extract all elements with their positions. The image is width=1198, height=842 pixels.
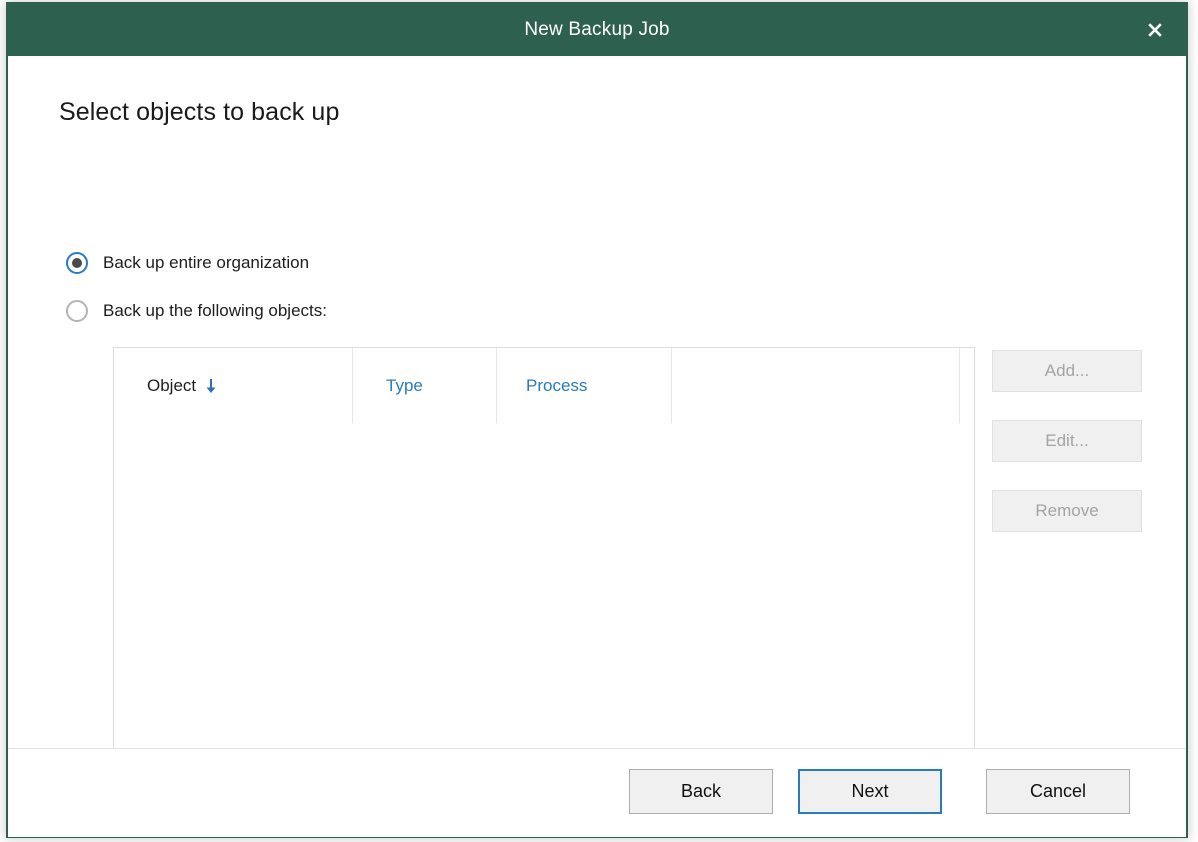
radio-selected-icon xyxy=(66,252,88,274)
objects-table-header: Object Type Process xyxy=(114,348,974,424)
column-header-type[interactable]: Type xyxy=(386,348,423,424)
column-divider-1 xyxy=(352,348,353,423)
dialog-body: Select objects to back up Back up entire… xyxy=(8,56,1186,763)
column-divider-4 xyxy=(959,348,960,423)
objects-list[interactable]: Object Type Process xyxy=(113,347,975,763)
column-header-process[interactable]: Process xyxy=(526,348,587,424)
remove-button[interactable]: Remove xyxy=(992,490,1142,532)
column-header-type-label: Type xyxy=(386,376,423,395)
column-divider-3 xyxy=(671,348,672,423)
dialog-footer: Back Next Cancel xyxy=(8,748,1186,837)
add-button-label: Add... xyxy=(1044,361,1090,380)
cancel-button[interactable]: Cancel xyxy=(986,769,1130,814)
add-button[interactable]: Add... xyxy=(992,350,1142,392)
edit-button[interactable]: Edit... xyxy=(992,420,1142,462)
close-icon[interactable] xyxy=(1124,4,1186,56)
radio-label-following-objects: Back up the following objects: xyxy=(103,301,327,320)
column-header-object[interactable]: Object xyxy=(147,348,217,424)
column-header-object-label: Object xyxy=(147,376,197,395)
arrow-down-icon xyxy=(205,378,217,394)
dialog-titlebar: New Backup Job xyxy=(8,4,1186,56)
column-divider-2 xyxy=(496,348,497,423)
next-button-label: Next xyxy=(851,781,889,801)
remove-button-label: Remove xyxy=(1035,501,1099,520)
radio-back-up-following-objects[interactable]: Back up the following objects: xyxy=(66,300,327,322)
radio-unselected-icon xyxy=(66,300,88,322)
page-title: Select objects to back up xyxy=(59,98,340,126)
next-button[interactable]: Next xyxy=(798,769,942,814)
objects-table-rows[interactable] xyxy=(114,424,974,762)
back-button-label: Back xyxy=(680,781,722,801)
column-header-process-label: Process xyxy=(526,376,588,395)
back-button[interactable]: Back xyxy=(629,769,773,814)
radio-label-entire-organization: Back up entire organization xyxy=(103,253,310,272)
radio-back-up-entire-organization[interactable]: Back up entire organization xyxy=(66,252,309,274)
edit-button-label: Edit... xyxy=(1045,431,1089,450)
dialog-title: New Backup Job xyxy=(524,19,670,40)
new-backup-job-dialog: New Backup Job Select objects to back up… xyxy=(6,2,1188,838)
cancel-button-label: Cancel xyxy=(1029,781,1087,801)
